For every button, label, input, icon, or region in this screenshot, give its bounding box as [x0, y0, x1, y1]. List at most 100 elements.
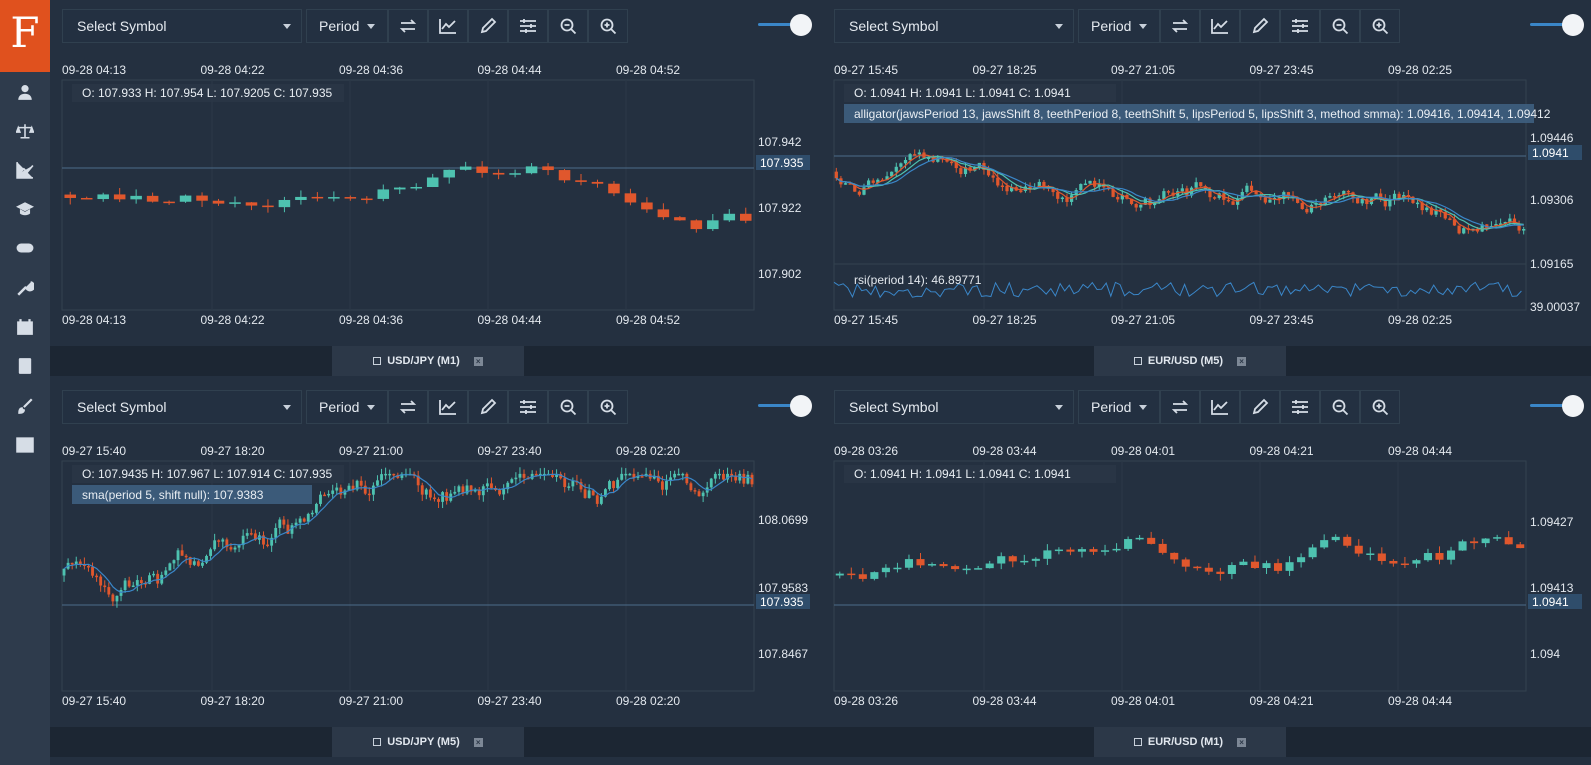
slider-knob[interactable] — [1562, 14, 1584, 36]
area-chart-button[interactable] — [428, 9, 468, 43]
area-chart-button[interactable] — [1200, 9, 1240, 43]
zoom-in-button[interactable] — [588, 390, 628, 424]
swap-button[interactable] — [388, 9, 428, 43]
sidebar-item-education[interactable] — [0, 189, 50, 229]
swap-button[interactable] — [1160, 390, 1200, 424]
candle-body — [713, 473, 717, 479]
area-chart-button[interactable] — [1200, 390, 1240, 424]
zoom-in-button[interactable] — [1360, 390, 1400, 424]
select-symbol-dropdown[interactable]: Select Symbol — [62, 390, 302, 424]
candle-body — [1124, 539, 1133, 549]
swap-icon — [399, 400, 417, 414]
ohlc-legend: O: 1.0941 H: 1.0941 L: 1.0941 C: 1.0941 — [854, 86, 1071, 100]
pencil-button[interactable] — [468, 9, 508, 43]
period-dropdown[interactable]: Period — [306, 9, 388, 43]
sliders-button[interactable] — [1280, 390, 1320, 424]
panel-toggle-slider[interactable] — [758, 14, 812, 36]
close-icon[interactable]: × — [1237, 737, 1247, 747]
candle-body — [298, 518, 302, 523]
sidebar-item-balance[interactable] — [0, 111, 50, 151]
sidebar-item-book[interactable] — [0, 346, 50, 386]
select-symbol-dropdown[interactable]: Select Symbol — [834, 9, 1074, 43]
candle-body — [1194, 182, 1198, 188]
candle-body — [1135, 537, 1144, 540]
candle-body — [1462, 228, 1466, 234]
plot-area — [833, 460, 1527, 692]
panel-toggle-slider[interactable] — [1530, 395, 1584, 417]
candle-body — [1309, 204, 1314, 213]
candle-body — [1019, 190, 1023, 193]
slider-knob[interactable] — [790, 14, 812, 36]
sidebar-item-chart[interactable] — [0, 150, 50, 190]
period-dropdown[interactable]: Period — [1078, 390, 1160, 424]
time-label-bottom: 09-28 04:22 — [201, 313, 265, 327]
candle-body — [1162, 191, 1166, 199]
candle-body — [1423, 553, 1433, 561]
chart-tab[interactable]: EUR/USD (M5) × — [1094, 346, 1286, 376]
zoom-out-button[interactable] — [1320, 390, 1360, 424]
candle-body — [1031, 558, 1040, 561]
chevron-down-icon — [367, 24, 375, 29]
candle-body — [1147, 537, 1156, 544]
panel-toggle-slider[interactable] — [1530, 14, 1584, 36]
time-label-top: 09-27 23:40 — [478, 444, 542, 458]
pencil-icon — [1252, 17, 1269, 34]
zoom-out-button[interactable] — [548, 390, 588, 424]
close-icon[interactable]: × — [1237, 356, 1247, 366]
sliders-button[interactable] — [1280, 9, 1320, 43]
candle-body — [123, 580, 127, 590]
price-chart[interactable]: 09-27 15:45 09-27 18:25 09-27 21:05 09-27 2… — [822, 52, 1582, 328]
period-dropdown[interactable]: Period — [1078, 9, 1160, 43]
swap-button[interactable] — [1160, 9, 1200, 43]
candle-body — [209, 549, 213, 556]
sidebar-item-calendar[interactable] — [0, 307, 50, 347]
sidebar-item-games[interactable] — [0, 228, 50, 268]
panel-toggle-slider[interactable] — [758, 395, 812, 417]
chart-tab[interactable]: USD/JPY (M1) × — [332, 346, 524, 376]
close-icon[interactable]: × — [473, 356, 483, 366]
select-symbol-dropdown[interactable]: Select Symbol — [62, 9, 302, 43]
chevron-down-icon — [1055, 24, 1063, 29]
select-symbol-dropdown[interactable]: Select Symbol — [834, 390, 1074, 424]
zoom-in-button[interactable] — [588, 9, 628, 43]
zoom-out-icon — [560, 18, 577, 35]
zoom-in-button[interactable] — [1360, 9, 1400, 43]
sliders-button[interactable] — [508, 9, 548, 43]
pencil-button[interactable] — [1240, 9, 1280, 43]
period-dropdown[interactable]: Period — [306, 390, 388, 424]
candle-body — [441, 492, 445, 502]
candle-body — [476, 166, 488, 173]
sidebar-item-paint[interactable] — [0, 386, 50, 426]
candle-body — [1100, 550, 1110, 552]
slider-knob[interactable] — [1562, 395, 1584, 417]
chevron-down-icon — [1055, 405, 1063, 410]
sidebar-item-tools[interactable] — [0, 268, 50, 308]
last-price-label: 107.935 — [760, 595, 804, 609]
candle-body — [95, 575, 99, 578]
price-chart[interactable]: 09-28 04:13 09-28 04:22 09-28 04:36 09-28 0… — [50, 52, 810, 328]
zoom-out-button[interactable] — [1320, 9, 1360, 43]
sliders-icon — [1292, 400, 1308, 414]
chart-tab[interactable]: USD/JPY (M5) × — [332, 727, 524, 757]
sliders-icon — [1292, 19, 1308, 33]
price-chart[interactable]: 09-28 03:26 09-28 03:44 09-28 04:01 09-28 0… — [822, 433, 1582, 709]
sliders-button[interactable] — [508, 390, 548, 424]
pencil-button[interactable] — [468, 390, 508, 424]
sidebar-item-table[interactable] — [0, 425, 50, 465]
sidebar-item-user[interactable] — [0, 72, 50, 112]
swap-button[interactable] — [388, 390, 428, 424]
pencil-button[interactable] — [1240, 390, 1280, 424]
price-chart[interactable]: 09-27 15:40 09-27 18:20 09-27 21:00 09-27 2… — [50, 433, 810, 709]
candle-body — [717, 473, 721, 476]
price-tick-label: 107.922 — [758, 201, 802, 215]
candle-body — [180, 550, 184, 556]
candle-body — [1268, 199, 1272, 203]
chart-tab[interactable]: EUR/USD (M1) × — [1094, 727, 1286, 757]
candle-body — [282, 519, 286, 525]
slider-knob[interactable] — [790, 395, 812, 417]
close-icon[interactable]: × — [473, 737, 483, 747]
area-chart-button[interactable] — [428, 390, 468, 424]
candle-body — [344, 197, 357, 199]
zoom-out-button[interactable] — [548, 9, 588, 43]
candle-body — [974, 568, 983, 570]
